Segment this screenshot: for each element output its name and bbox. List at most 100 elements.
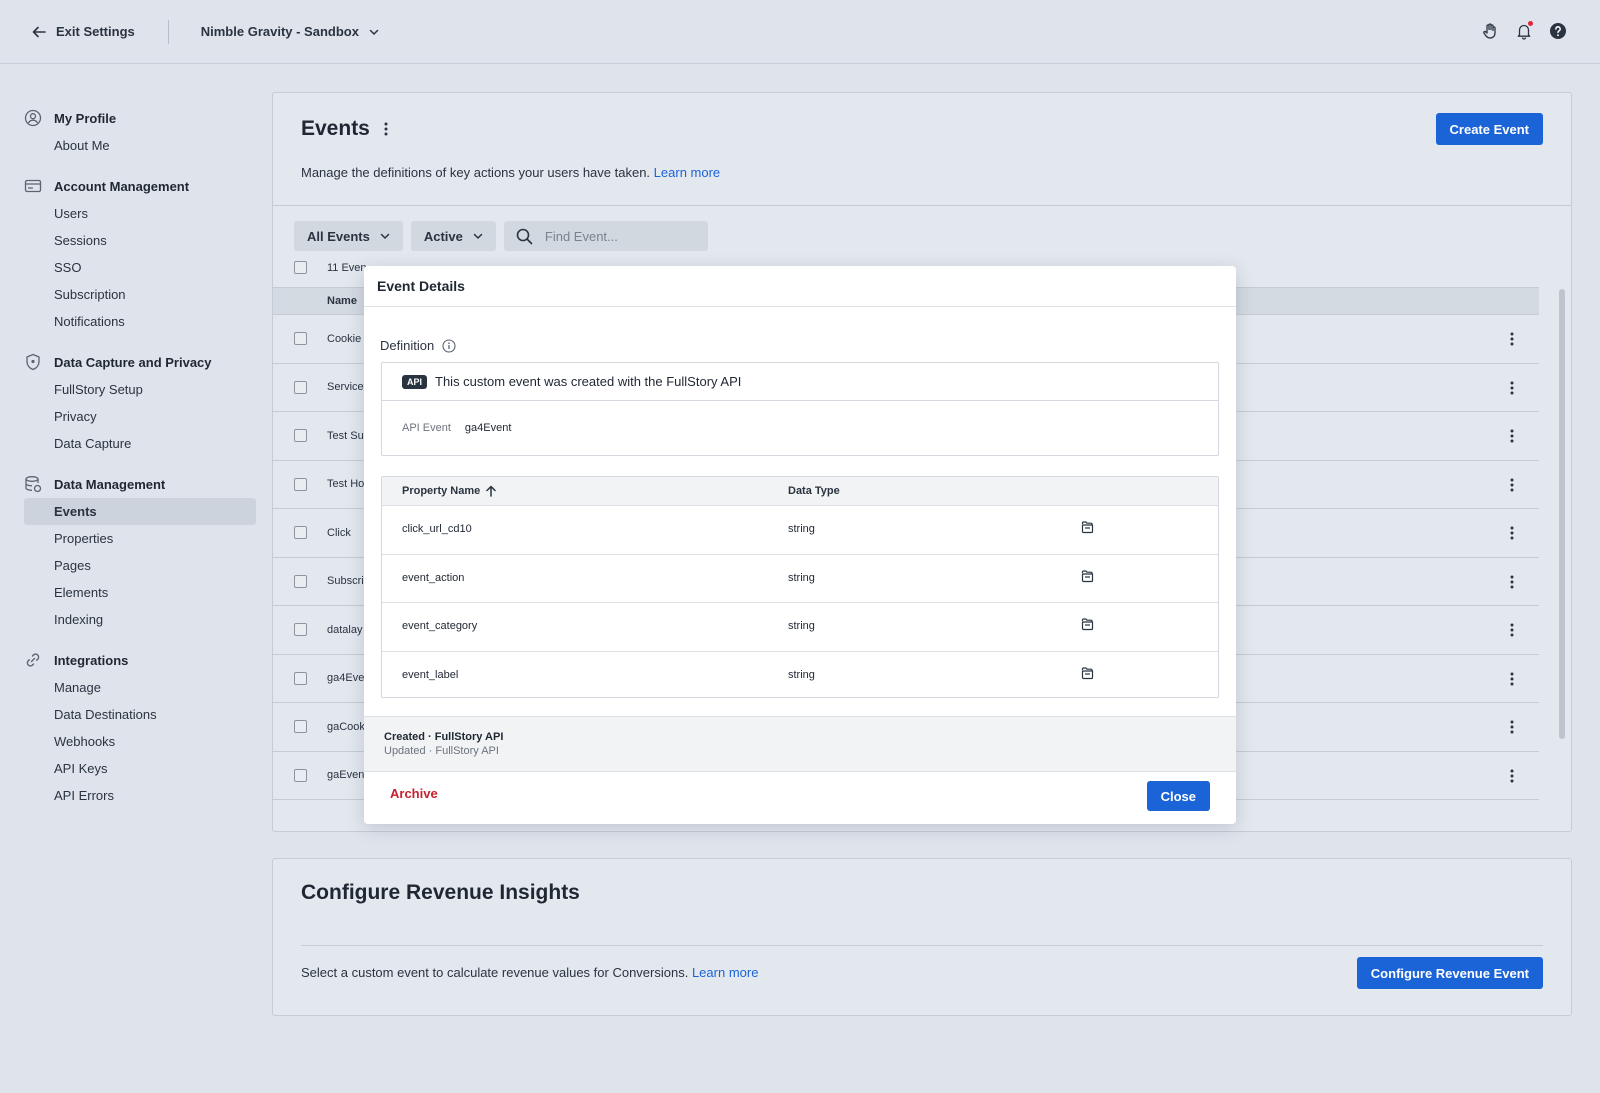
close-button[interactable]: Close (1146, 781, 1210, 811)
sidebar-item-webhooks[interactable]: Webhooks (24, 728, 256, 755)
folder-open-icon[interactable] (1081, 569, 1094, 586)
row-more-icon[interactable] (1510, 332, 1514, 349)
org-switcher[interactable]: Nimble Gravity - Sandbox (201, 24, 379, 39)
revenue-description: Select a custom event to calculate reven… (301, 965, 759, 980)
property-type: string (788, 620, 815, 632)
events-description: Manage the definitions of key actions yo… (301, 165, 721, 180)
sidebar-item-properties[interactable]: Properties (24, 525, 256, 552)
sidebar-item-pages[interactable]: Pages (24, 552, 256, 579)
column-header-name[interactable]: Name (327, 295, 357, 307)
row-checkbox[interactable] (294, 332, 307, 346)
sidebar-section-account: Account Management Users Sessions SSO Su… (24, 172, 256, 335)
api-badge: API (402, 374, 428, 389)
folder-open-icon[interactable] (1081, 521, 1094, 537)
sidebar-item-about-me[interactable]: About Me (24, 132, 256, 159)
column-header-data-type: Data Type (788, 485, 840, 497)
row-more-icon[interactable] (1510, 429, 1514, 446)
property-type: string (788, 523, 815, 535)
sidebar-item-data-capture[interactable]: Data Capture (24, 430, 256, 457)
row-checkbox[interactable] (294, 380, 307, 394)
help-icon[interactable] (1548, 21, 1568, 41)
row-more-icon[interactable] (1510, 478, 1514, 495)
sidebar-item-users[interactable]: Users (24, 200, 256, 227)
row-checkbox[interactable] (294, 574, 307, 588)
row-more-icon[interactable] (1510, 769, 1514, 786)
api-event-value: ga4Event (464, 422, 512, 434)
sidebar-item-api-errors[interactable]: API Errors (24, 782, 256, 809)
link-icon (26, 653, 40, 667)
events-more-icon[interactable] (384, 122, 388, 136)
select-all-checkbox[interactable] (294, 261, 307, 274)
exit-settings-button[interactable]: Exit Settings (32, 24, 135, 39)
sidebar-item-sessions[interactable]: Sessions (24, 227, 256, 254)
sidebar-section-integrations: Integrations Manage Data Destinations We… (24, 646, 256, 809)
row-more-icon[interactable] (1510, 575, 1514, 592)
org-name: Nimble Gravity - Sandbox (200, 24, 359, 39)
sidebar-item-sso[interactable]: SSO (24, 254, 256, 281)
sidebar-heading: Account Management (24, 172, 256, 200)
property-type: string (788, 571, 815, 584)
sidebar-item-events[interactable]: Events (24, 498, 256, 525)
event-name: Click (327, 526, 351, 539)
configure-revenue-event-button[interactable]: Configure Revenue Event (1356, 957, 1543, 989)
archive-button[interactable]: Archive (390, 786, 438, 801)
api-event-key: API Event (402, 422, 451, 434)
chevron-down-icon (369, 29, 379, 35)
row-more-icon[interactable] (1510, 672, 1514, 689)
revenue-title: Configure Revenue Insights (301, 881, 580, 904)
sidebar-item-elements[interactable]: Elements (24, 579, 256, 606)
table-row: event_label string (382, 650, 1218, 698)
row-checkbox[interactable] (294, 720, 307, 734)
sidebar-heading: Integrations (24, 646, 256, 674)
column-header-property-name[interactable]: Property Name (402, 485, 497, 497)
sidebar-heading: My Profile (24, 104, 256, 132)
folder-open-icon[interactable] (1081, 666, 1094, 683)
row-checkbox[interactable] (294, 477, 307, 491)
sidebar-section-data-management: Data Management Events Properties Pages … (24, 470, 256, 633)
event-metadata: Created · FullStory API Updated · FullSt… (364, 716, 1236, 772)
row-more-icon[interactable] (1510, 381, 1514, 398)
property-name: event_action (402, 571, 465, 584)
arrow-up-icon (486, 485, 497, 497)
hand-icon[interactable] (1480, 21, 1500, 41)
sidebar-item-notifications[interactable]: Notifications (24, 308, 256, 335)
row-more-icon[interactable] (1510, 526, 1514, 543)
learn-more-link[interactable]: Learn more (654, 165, 720, 180)
row-more-icon[interactable] (1510, 623, 1514, 640)
event-type-dropdown[interactable]: All Events (294, 221, 403, 251)
info-icon[interactable] (442, 338, 456, 353)
sidebar-heading: Data Management (24, 470, 256, 498)
folder-open-icon[interactable] (1081, 618, 1094, 634)
sidebar-item-privacy[interactable]: Privacy (24, 403, 256, 430)
row-checkbox[interactable] (294, 429, 307, 443)
event-name: Test Su (327, 429, 364, 442)
event-search (503, 221, 708, 251)
event-name: gaCook (327, 720, 365, 733)
divider (301, 945, 1543, 946)
row-checkbox[interactable] (294, 623, 307, 637)
sidebar-item-indexing[interactable]: Indexing (24, 606, 256, 633)
search-input[interactable] (544, 228, 695, 244)
status-dropdown[interactable]: Active (410, 221, 496, 251)
row-checkbox[interactable] (294, 671, 307, 685)
sidebar-item-manage[interactable]: Manage (24, 674, 256, 701)
sidebar-item-api-keys[interactable]: API Keys (24, 755, 256, 782)
table-row: click_url_cd10 string (382, 505, 1218, 554)
table-row: event_category string (382, 602, 1218, 651)
row-checkbox[interactable] (294, 526, 307, 540)
bell-icon[interactable] (1514, 21, 1534, 41)
create-event-button[interactable]: Create Event (1435, 113, 1543, 145)
row-checkbox[interactable] (294, 768, 307, 782)
select-all-row: 11 Even (294, 261, 367, 274)
divider (273, 205, 1571, 206)
sidebar-item-fullstory-setup[interactable]: FullStory Setup (24, 376, 256, 403)
row-more-icon[interactable] (1510, 720, 1514, 737)
shield-icon (26, 353, 40, 371)
event-name: Subscri (327, 575, 364, 588)
event-count: 11 Even (327, 261, 367, 274)
table-scrollbar[interactable] (1559, 289, 1565, 739)
sidebar-item-data-destinations[interactable]: Data Destinations (24, 701, 256, 728)
sidebar-item-subscription[interactable]: Subscription (24, 281, 256, 308)
topbar-divider (167, 19, 169, 44)
revenue-learn-more-link[interactable]: Learn more (692, 965, 758, 980)
